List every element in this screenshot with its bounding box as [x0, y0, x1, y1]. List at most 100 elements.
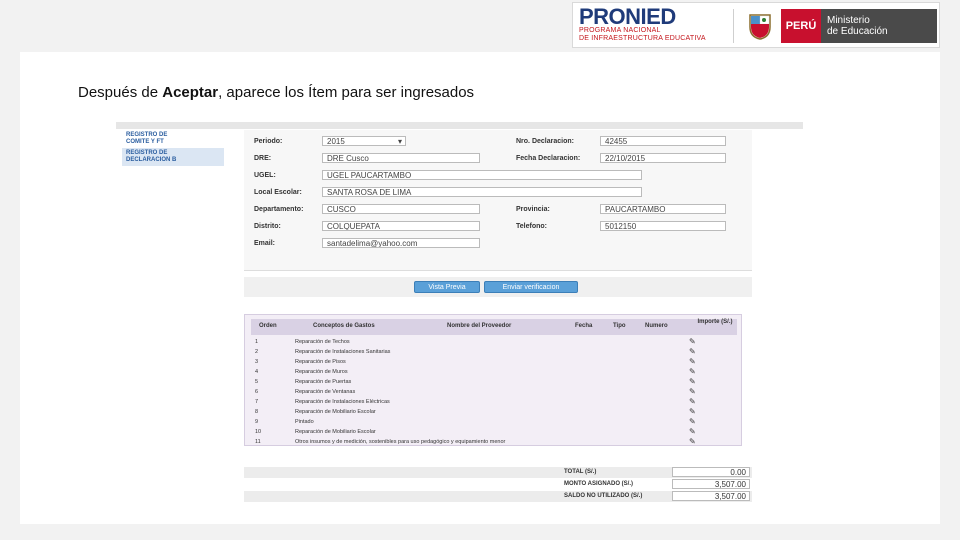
periodo-label: Periodo:: [254, 138, 283, 145]
table-header: Orden Conceptos de Gastos Nombre del Pro…: [251, 319, 737, 335]
nav-item-label: DECLARACION B: [126, 157, 177, 163]
saldo-row: SALDO NO UTILIZADO (S/.) 3,507.00: [244, 491, 752, 502]
ugel-field[interactable]: UGEL PAUCARTAMBO: [322, 170, 642, 180]
send-verification-button[interactable]: Enviar verificacion: [484, 281, 578, 293]
edit-icon[interactable]: ✎: [689, 437, 696, 446]
ministry-line2: de Educación: [827, 26, 888, 37]
header-banner: PRONIED PROGRAMA NACIONAL DE INFRAESTRUC…: [572, 2, 940, 48]
edit-icon[interactable]: ✎: [689, 407, 696, 416]
peru-label: PERÚ: [785, 20, 817, 32]
row-concept: Reparación de Puertas: [295, 379, 352, 385]
local-label: Local Escolar:: [254, 189, 302, 196]
row-concept: Reparación de Ventanas: [295, 389, 356, 395]
table-row: 5 Reparación de Puertas ✎: [255, 377, 735, 387]
ministry-box: Ministerio de Educación: [821, 9, 937, 43]
row-order: 5: [255, 379, 259, 385]
prov-label: Provincia:: [516, 206, 550, 213]
col-importe: Importe (S/.): [697, 319, 733, 325]
ugel-label: UGEL:: [254, 172, 276, 179]
row-order: 2: [255, 349, 259, 355]
row-order: 4: [255, 369, 259, 375]
table-row: 3 Reparación de Pisos ✎: [255, 357, 735, 367]
row-concept: Reparación de Techos: [295, 339, 350, 345]
pronied-logo-text: PRONIED: [579, 4, 676, 29]
pronied-sub1: PROGRAMA NACIONAL: [579, 27, 661, 34]
table-row: 4 Reparación de Muros ✎: [255, 367, 735, 377]
table-row: 6 Reparación de Ventanas ✎: [255, 387, 735, 397]
caption-after: , aparece los Ítem para ser ingresados: [218, 84, 475, 101]
peru-crest-icon: [749, 14, 771, 40]
periodo-select[interactable]: 2015 ▾: [322, 136, 406, 146]
edit-icon[interactable]: ✎: [689, 377, 696, 386]
col-conceptos: Conceptos de Gastos: [313, 323, 375, 329]
email-field[interactable]: santadelima@yahoo.com: [322, 238, 480, 248]
table-row: 1 Reparación de Techos ✎: [255, 337, 735, 347]
monto-value: 3,507.00: [672, 479, 750, 489]
row-order: 7: [255, 399, 259, 405]
table-row: 2 Reparación de Instalaciones Sanitarias ✎: [255, 347, 735, 357]
nro-label: Nro. Declaracion:: [516, 138, 574, 145]
row-concept: Reparación de Mobiliario Escolar: [295, 409, 376, 415]
edit-icon[interactable]: ✎: [689, 387, 696, 396]
col-fecha: Fecha: [575, 323, 593, 329]
action-bar: Vista Previa Enviar verificacion: [244, 277, 752, 297]
saldo-value: 3,507.00: [672, 491, 750, 501]
saldo-label: SALDO NO UTILIZADO (S/.): [564, 493, 643, 499]
col-orden: Orden: [259, 323, 277, 329]
caption-bold: Aceptar: [162, 84, 219, 101]
left-nav: REGISTRO DE COMITE Y FT REGISTRO DE DECLAR…: [122, 130, 224, 166]
edit-icon[interactable]: ✎: [689, 417, 696, 426]
edit-icon[interactable]: ✎: [689, 427, 696, 436]
declaration-form: Periodo: 2015 ▾ Nro. Declaracion: 42455 D…: [244, 130, 752, 271]
table-row: 7 Reparación de Instalaciones Eléctricas ✎: [255, 397, 735, 407]
ministry-line1: Ministerio: [827, 15, 870, 26]
nav-item-comite[interactable]: REGISTRO DE COMITE Y FT: [122, 130, 224, 148]
caption-before: Después de: [78, 84, 163, 101]
slide-caption: Después de Aceptar, aparece los Ítem par…: [78, 84, 474, 101]
edit-icon[interactable]: ✎: [689, 347, 696, 356]
col-tipo: Tipo: [613, 323, 626, 329]
periodo-value: 2015: [327, 137, 345, 146]
edit-icon[interactable]: ✎: [689, 367, 696, 376]
expenses-table: Orden Conceptos de Gastos Nombre del Pro…: [244, 314, 742, 446]
row-order: 3: [255, 359, 259, 365]
edit-icon[interactable]: ✎: [689, 337, 696, 346]
row-concept: Otros insumos y de medición, sostenibles…: [295, 439, 506, 445]
edit-icon[interactable]: ✎: [689, 397, 696, 406]
tel-label: Telefono:: [516, 223, 547, 230]
row-concept: Reparación de Muros: [295, 369, 348, 375]
nro-field[interactable]: 42455: [600, 136, 726, 146]
fecha-field[interactable]: 22/10/2015: [600, 153, 726, 163]
dre-field[interactable]: DRE Cusco: [322, 153, 480, 163]
header-divider: [733, 9, 734, 43]
tel-field[interactable]: 5012150: [600, 221, 726, 231]
row-order: 10: [255, 429, 262, 435]
pronied-logo: PRONIED PROGRAMA NACIONAL DE INFRAESTRUC…: [579, 4, 729, 45]
chevron-down-icon: ▾: [397, 137, 402, 146]
edit-icon[interactable]: ✎: [689, 357, 696, 366]
totals-section: TOTAL (S/.) 0.00 MONTO ASIGNADO (S/.) 3,…: [244, 467, 752, 503]
dep-field[interactable]: CUSCO: [322, 204, 480, 214]
total-label: TOTAL (S/.): [564, 469, 597, 475]
table-row: 10 Reparación de Mobiliario Escolar ✎: [255, 427, 735, 437]
screenshot-topbar: [116, 122, 803, 129]
table-row: 9 Pintado ✎: [255, 417, 735, 427]
row-concept: Reparación de Instalaciones Eléctricas: [295, 399, 390, 405]
total-row: TOTAL (S/.) 0.00: [244, 467, 752, 478]
nav-item-declaracion[interactable]: REGISTRO DE DECLARACION B: [122, 148, 224, 166]
nav-item-label: REGISTRO DE: [126, 150, 168, 156]
nav-item-label: REGISTRO DE: [126, 132, 168, 138]
prov-field[interactable]: PAUCARTAMBO: [600, 204, 726, 214]
pronied-sub2: DE INFRAESTRUCTURA EDUCATIVA: [579, 35, 706, 42]
row-order: 11: [255, 439, 261, 445]
col-proveedor: Nombre del Proveedor: [447, 323, 512, 329]
row-concept: Reparación de Mobiliario Escolar: [295, 429, 376, 435]
row-order: 6: [255, 389, 259, 395]
table-row: 11 Otros insumos y de medición, sostenibl…: [255, 437, 735, 447]
local-field[interactable]: SANTA ROSA DE LIMA: [322, 187, 642, 197]
dist-field[interactable]: COLQUEPATA: [322, 221, 480, 231]
dep-label: Departamento:: [254, 206, 304, 213]
email-label: Email:: [254, 240, 276, 247]
preview-button[interactable]: Vista Previa: [414, 281, 480, 293]
embedded-screenshot: REGISTRO DE COMITE Y FT REGISTRO DE DECLAR…: [116, 122, 803, 517]
